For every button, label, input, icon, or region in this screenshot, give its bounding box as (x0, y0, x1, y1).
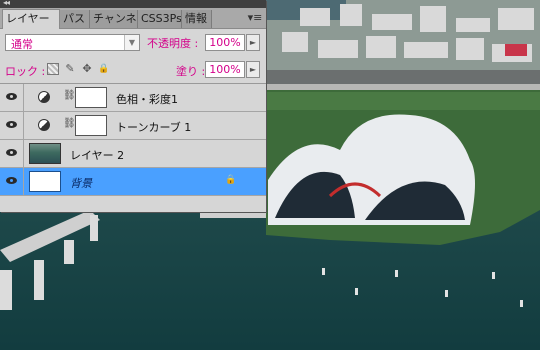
layer-name[interactable]: レイヤー 2 (70, 147, 124, 163)
link-icon[interactable]: ⛓ (63, 118, 76, 132)
layer-row-layer-2[interactable]: レイヤー 2 (0, 140, 266, 168)
tab-info[interactable]: 情報 (182, 10, 212, 28)
opacity-input[interactable]: 100% (205, 34, 245, 51)
tab-channels[interactable]: チャンネ (90, 10, 138, 28)
panel-tabs: レイヤー パス チャンネ CSS3Ps 情報 ▾≡ (0, 8, 266, 29)
layer-thumbnail[interactable] (29, 143, 61, 164)
panel-title-bar[interactable]: ◂◂ (0, 0, 266, 8)
layer-name[interactable]: 背景 (70, 175, 92, 191)
tab-layers[interactable]: レイヤー (2, 9, 60, 29)
fill-input[interactable]: 100% (205, 61, 245, 78)
lock-row: ロック : ✎ ✥ 🔒 塗り : 100% ► (0, 57, 266, 84)
opacity-slider-arrow-icon[interactable]: ► (246, 34, 260, 51)
lock-icon[interactable]: 🔒 (98, 63, 110, 75)
layer-row-background[interactable]: 背景 🔒 (0, 168, 266, 196)
eye-icon (6, 93, 17, 100)
adjustment-layer-icon (38, 119, 50, 131)
eye-icon (6, 149, 17, 156)
transparent-pixels-icon[interactable] (47, 63, 59, 75)
lock-label: ロック : (5, 65, 46, 78)
chevron-down-icon[interactable]: ▼ (124, 35, 139, 50)
blend-mode-select[interactable]: 通常 ▼ (5, 34, 140, 51)
lock-icon: 🔒 (225, 175, 237, 185)
layer-name[interactable]: 色相・彩度1 (116, 91, 178, 107)
tab-css3ps[interactable]: CSS3Ps (138, 10, 182, 28)
layers-panel: ◂◂ レイヤー パス チャンネ CSS3Ps 情報 ▾≡ 通常 ▼ 不透明度 :… (0, 0, 266, 212)
blend-row: 通常 ▼ 不透明度 : 100% ► (0, 30, 266, 56)
eye-icon (6, 121, 17, 128)
visibility-toggle[interactable] (0, 168, 24, 195)
brush-icon[interactable]: ✎ (64, 63, 76, 75)
opacity-label: 不透明度 : (147, 37, 199, 50)
layer-mask-thumbnail[interactable] (75, 115, 107, 136)
fill-label: 塗り : (176, 65, 206, 78)
visibility-toggle[interactable] (0, 112, 24, 139)
tab-paths[interactable]: パス (60, 10, 90, 28)
layer-mask-thumbnail[interactable] (75, 87, 107, 108)
eye-icon (6, 177, 17, 184)
layer-row-tone-curve[interactable]: ⛓ トーンカーブ 1 (0, 112, 266, 140)
layer-thumbnail[interactable] (29, 171, 61, 192)
blend-mode-value: 通常 (11, 38, 33, 51)
move-icon[interactable]: ✥ (81, 63, 93, 75)
link-icon[interactable]: ⛓ (63, 90, 76, 104)
layer-name[interactable]: トーンカーブ 1 (116, 119, 191, 135)
collapse-icon[interactable]: ◂◂ (3, 0, 10, 7)
layer-row-hue-saturation[interactable]: ⛓ 色相・彩度1 (0, 84, 266, 112)
visibility-toggle[interactable] (0, 140, 24, 167)
fill-slider-arrow-icon[interactable]: ► (246, 61, 260, 78)
visibility-toggle[interactable] (0, 84, 24, 111)
panel-menu-icon[interactable]: ▾≡ (247, 10, 263, 26)
adjustment-layer-icon (38, 91, 50, 103)
